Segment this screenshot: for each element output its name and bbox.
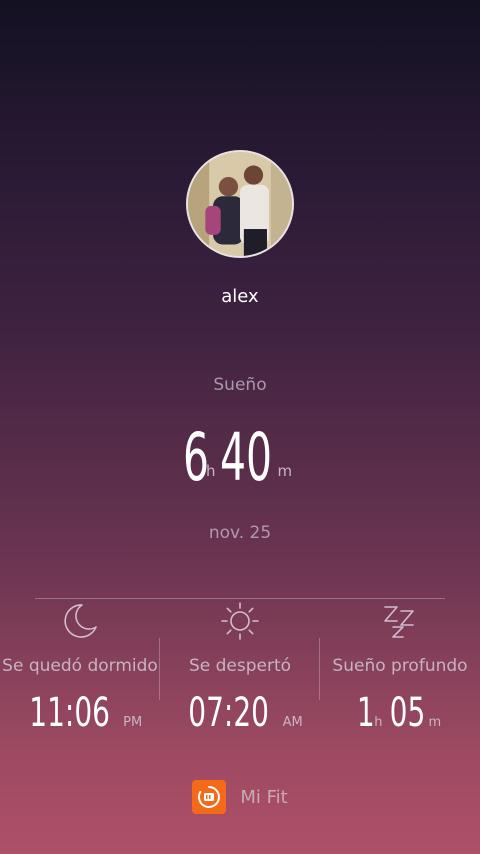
section-divider [35, 598, 445, 599]
sleep-duration: 6h40 m [0, 418, 480, 498]
stat-value: 07:20 AM [160, 690, 320, 736]
stat-unit: AM [282, 715, 303, 730]
stat-value: 11:06 PM [0, 690, 160, 736]
profile-name: alex [221, 286, 259, 307]
stat-deep-sleep: Sueño profundo 1h 05 m [320, 600, 480, 736]
sleep-date: nov. 25 [208, 523, 272, 543]
stat-woke-up: Se despertó 07:20 AM [160, 600, 320, 736]
stat-value: 1h 05 m [320, 690, 480, 736]
stat-time: 11:06 [29, 690, 110, 736]
moon-icon [0, 600, 160, 642]
avatar-photo [188, 152, 292, 256]
minutes-unit: m [277, 462, 293, 480]
duration-hours: 6 [182, 419, 209, 496]
sun-icon [160, 600, 320, 642]
stat-hours: 1 [356, 690, 375, 736]
stat-fell-asleep: Se quedó dormido 11:06 PM [0, 600, 160, 736]
stat-label: Sueño profundo [332, 656, 468, 676]
mi-logo-icon [192, 780, 227, 814]
stat-time: 07:20 [188, 690, 270, 736]
metric-title: Sueño [213, 375, 267, 395]
stat-unit: h [374, 715, 383, 730]
profile-avatar[interactable] [186, 150, 294, 258]
duration-minutes: 40 [220, 419, 273, 496]
brand-name: Mi Fit [240, 786, 288, 808]
stat-label: Se quedó dormido [2, 656, 158, 676]
stat-unit: m [428, 715, 442, 730]
zzz-icon [320, 600, 480, 642]
stat-label: Se despertó [188, 656, 292, 676]
stat-unit: PM [123, 715, 143, 730]
stat-minutes: 05 [389, 690, 425, 736]
brand-footer: Mi Fit [0, 780, 480, 814]
